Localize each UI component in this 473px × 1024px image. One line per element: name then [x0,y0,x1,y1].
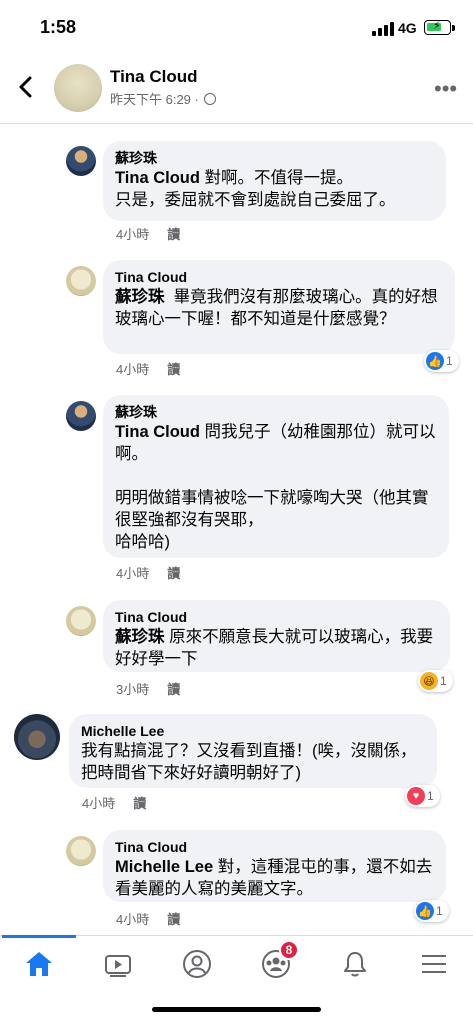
comment-bubble[interactable]: Tina Cloud 蘇珍珠 原來不願意長大就可以玻璃心，我要好好學一下 [103,600,450,672]
comment-text: Michelle Lee 對，這種混屯的事，還不如去看美麗的人寫的美麗文字。 [115,858,433,898]
reply-button[interactable]: 讀 [167,912,180,927]
avatar[interactable] [54,64,102,112]
battery-icon: ⚡ [424,20,451,35]
comment-time: 4小時 [116,227,150,242]
love-icon: ♥ [407,787,425,805]
avatar[interactable] [14,714,60,760]
comment-meta: 4小時 讀 [116,909,198,928]
avatar[interactable] [66,401,96,431]
bell-icon [344,952,366,977]
chevron-left-icon [19,76,32,98]
video-icon [105,955,131,977]
like-icon: 👍 [416,902,434,920]
comment-author[interactable]: 蘇珍珠 [115,403,437,421]
globe-icon [204,93,217,105]
avatar[interactable] [66,266,96,296]
comment-text: Tina Cloud 對啊。不值得一提。 只是，委屈就不會到處說自己委屈了。 [115,169,396,209]
status-time: 1:58 [40,17,77,37]
comment-time: 4小時 [116,362,150,377]
comment-meta: 4小時 讀 [116,224,198,243]
comment-time: 4小時 [82,796,116,811]
home-indicator [152,1007,321,1012]
tab-notifications[interactable] [316,936,394,992]
avatar[interactable] [66,836,96,866]
profile-icon [183,950,211,978]
mention[interactable]: Michelle Lee [115,858,213,876]
comment-text: 我有點搞混了？又沒看到直播！(唉，沒關係，把時間省下來好好讀明朝好了) [81,742,417,782]
comment-time: 4小時 [116,566,150,581]
page-title[interactable]: Tina Cloud [110,67,198,87]
bottom-nav: 8 [0,935,473,991]
comment-author[interactable]: 蘇珍珠 [115,149,434,167]
mention[interactable]: Tina Cloud [115,169,200,187]
comment-time: 4小時 [116,912,150,927]
reply-button[interactable]: 讀 [133,796,146,811]
mention[interactable]: 蘇珍珠 [115,288,165,306]
comment-meta: 4小時 讀 [116,359,198,378]
comment-meta: 3小時 讀 [116,679,198,698]
comment-text: 蘇珍珠 畢竟我們沒有那麼玻璃心。真的好想玻璃心一下喔！都不知道是什麼感覺？ [115,288,438,328]
post-header: Tina Cloud 昨天下午 6:29 · ••• [0,56,473,124]
tab-watch[interactable] [79,936,157,992]
comment-text: 蘇珍珠 原來不願意長大就可以玻璃心，我要好好學一下 [115,628,434,668]
reaction-count[interactable]: 👍 1 [414,900,449,922]
haha-icon: 😆 [420,672,438,690]
tab-groups[interactable]: 8 [237,936,315,992]
mention[interactable]: 蘇珍珠 [115,628,165,646]
comment-author[interactable]: Tina Cloud [115,268,443,286]
reply-button[interactable]: 讀 [167,566,180,581]
reaction-count[interactable]: 😆 1 [418,670,453,692]
comment-bubble[interactable]: 蘇珍珠 Tina Cloud 問我兒子（幼稚園那位）就可以啊。 明明做錯事情被唸… [103,395,449,558]
home-icon [26,952,52,976]
comment-author[interactable]: Tina Cloud [115,608,438,626]
post-timestamp: 昨天下午 6:29 · [110,89,217,108]
more-options-button[interactable]: ••• [434,78,457,100]
comment-time: 3小時 [116,682,150,697]
comment-author[interactable]: Michelle Lee [81,722,425,740]
comment-meta: 4小時 讀 [82,793,164,812]
comment-bubble[interactable]: 蘇珍珠 Tina Cloud 對啊。不值得一提。 只是，委屈就不會到處說自己委屈… [103,141,446,221]
reply-button[interactable]: 讀 [167,227,180,242]
comment-text: Tina Cloud 問我兒子（幼稚園那位）就可以啊。 明明做錯事情被唸一下就嚎… [115,423,436,551]
tab-home[interactable] [0,935,78,992]
comment-meta: 4小時 讀 [116,563,198,582]
tab-profile[interactable] [158,936,236,992]
notification-badge: 8 [279,940,299,960]
status-bar: 1:58 4G ⚡ [0,0,473,56]
reply-button[interactable]: 讀 [167,362,180,377]
comment-bubble[interactable]: Tina Cloud Michelle Lee 對，這種混屯的事，還不如去看美麗… [103,830,446,902]
avatar[interactable] [66,146,96,176]
back-button[interactable] [14,74,40,100]
avatar[interactable] [66,606,96,636]
reaction-count[interactable]: ♥ 1 [405,785,440,807]
like-icon: 👍 [426,352,444,370]
comment-bubble[interactable]: Michelle Lee 我有點搞混了？又沒看到直播！(唉，沒關係，把時間省下來… [69,714,437,788]
reaction-count[interactable]: 👍 1 [424,350,459,372]
network-label: 4G [398,20,417,36]
tab-menu[interactable] [395,936,473,992]
reply-button[interactable]: 讀 [167,682,180,697]
mention[interactable]: Tina Cloud [115,423,200,441]
comment-author[interactable]: Tina Cloud [115,838,434,856]
comment-bubble[interactable]: Tina Cloud 蘇珍珠 畢竟我們沒有那麼玻璃心。真的好想玻璃心一下喔！都不… [103,260,455,354]
signal-icon [372,22,394,36]
menu-icon [422,955,446,973]
